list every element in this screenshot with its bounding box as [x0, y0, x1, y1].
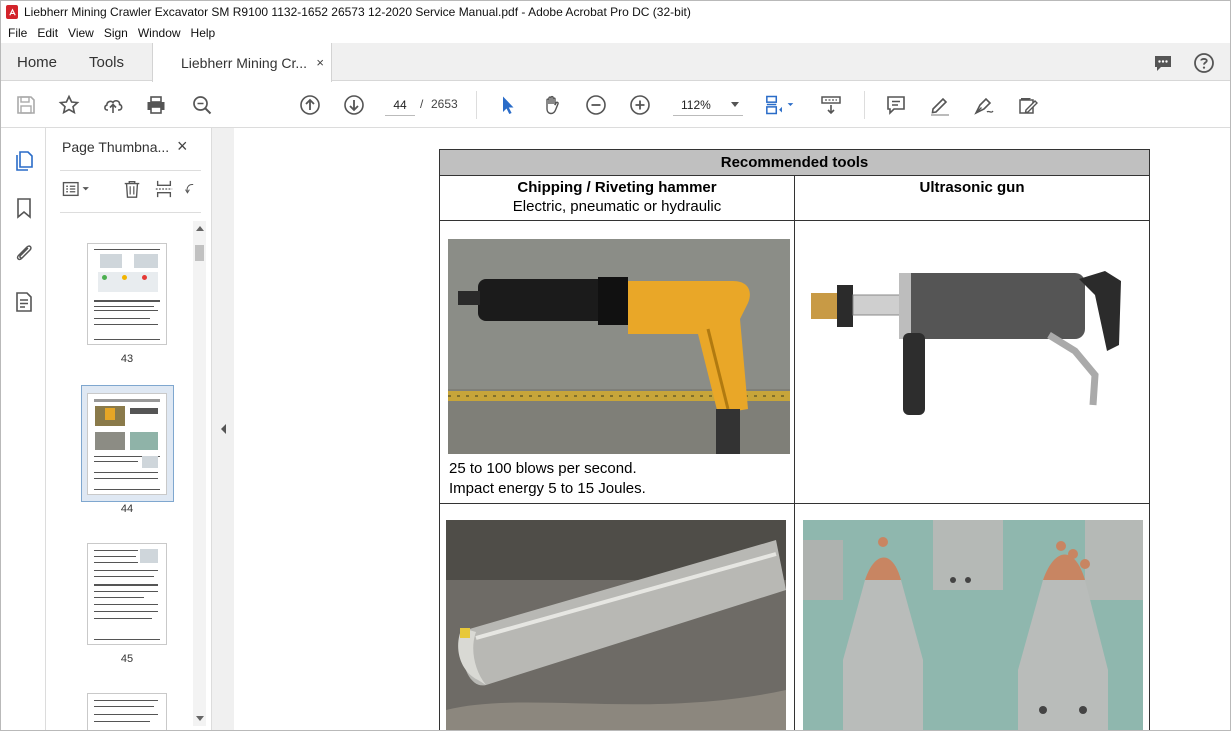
scrollbar-thumb[interactable]	[195, 245, 204, 261]
acrobat-app-icon	[6, 5, 18, 19]
page-thumbnail-selected[interactable]	[87, 393, 167, 495]
acrobat-window: Liebherr Mining Crawler Excavator SM R91…	[0, 0, 1231, 731]
zoom-level-value: 112%	[681, 97, 711, 112]
spec-line-blows: 25 to 100 blows per second.	[449, 460, 637, 477]
panel-divider	[60, 212, 201, 213]
chisel-bar-photo	[446, 520, 786, 730]
table-row: 25 to 100 blows per second. Impact energ…	[440, 221, 1149, 504]
page-thumbnails-icon[interactable]	[12, 149, 36, 173]
recommended-tools-table: Recommended tools Chipping / Riveting ha…	[439, 149, 1150, 730]
ultrasonic-gun-photo	[803, 255, 1129, 423]
column-header-ultrasonic-gun: Ultrasonic gun	[795, 176, 1149, 220]
menu-edit[interactable]: Edit	[32, 26, 63, 40]
page-total: 2653	[431, 97, 458, 111]
page-fit-icon[interactable]	[763, 93, 799, 117]
hammer-specs: 25 to 100 blows per second. Impact energ…	[449, 459, 646, 499]
zoom-search-icon[interactable]	[190, 93, 214, 117]
page-thumbnail[interactable]	[87, 543, 167, 645]
highlight-pen-icon[interactable]	[928, 93, 952, 117]
page-number-input[interactable]	[385, 94, 415, 116]
collapse-panel-handle[interactable]	[212, 128, 234, 730]
col1-title: Chipping / Riveting hammer	[517, 179, 717, 196]
star-bookmark-icon[interactable]	[57, 93, 81, 117]
table-cell	[795, 221, 1149, 503]
comment-bubble-icon[interactable]	[1152, 52, 1174, 74]
window-title: Liebherr Mining Crawler Excavator SM R91…	[24, 5, 691, 19]
document-properties-icon[interactable]	[12, 290, 36, 314]
delete-page-icon[interactable]	[121, 178, 143, 200]
table-cell: 25 to 100 blows per second. Impact energ…	[440, 221, 795, 503]
table-cell	[795, 504, 1149, 730]
main-toolbar: / 2653 112%	[1, 82, 1230, 128]
table-header-row: Chipping / Riveting hammer Electric, pne…	[440, 176, 1149, 221]
left-navigation-rail	[1, 128, 46, 730]
hand-pan-icon[interactable]	[540, 93, 564, 117]
scroll-mode-icon[interactable]	[819, 93, 843, 117]
riveting-hammer-photo	[448, 239, 790, 454]
page-thumbnails-panel: Page Thumbna... × 43 44 45	[46, 128, 212, 730]
tab-tools[interactable]: Tools	[89, 54, 124, 71]
table-row	[440, 504, 1149, 730]
toolbar-divider	[476, 91, 477, 119]
menu-file[interactable]: File	[3, 26, 32, 40]
zoom-out-icon[interactable]	[584, 93, 608, 117]
previous-page-icon[interactable]	[298, 93, 322, 117]
panel-divider	[60, 170, 201, 171]
menu-view[interactable]: View	[63, 26, 99, 40]
sign-pen-icon[interactable]	[972, 93, 996, 117]
menu-sign[interactable]: Sign	[99, 26, 133, 40]
document-tab-label: Liebherr Mining Cr...	[181, 54, 308, 71]
table-cell	[440, 504, 795, 730]
help-icon[interactable]	[1193, 52, 1215, 74]
thumbnail-label: 43	[120, 353, 134, 365]
close-panel-icon[interactable]: ×	[177, 136, 188, 157]
title-bar: Liebherr Mining Crawler Excavator SM R91…	[1, 1, 1230, 23]
page-thumbnail[interactable]	[87, 243, 167, 345]
thumbnail-label: 44	[120, 503, 134, 515]
spec-line-energy: Impact energy 5 to 15 Joules.	[449, 480, 646, 497]
tab-home[interactable]: Home	[17, 54, 57, 71]
thumbnail-scrollbar[interactable]	[193, 221, 206, 726]
close-tab-icon[interactable]: ×	[316, 55, 324, 70]
page-thumbnail[interactable]	[87, 693, 167, 730]
bookmark-icon[interactable]	[12, 196, 36, 220]
chevron-left-icon	[221, 424, 226, 434]
col1-subtitle: Electric, pneumatic or hydraulic	[512, 198, 722, 215]
tab-bar: Home Tools Liebherr Mining Cr... ×	[1, 43, 1230, 82]
zoom-in-icon[interactable]	[628, 93, 652, 117]
chevron-down-icon	[731, 102, 739, 107]
col2-title: Ultrasonic gun	[919, 179, 1025, 196]
redact-edit-icon[interactable]	[1016, 93, 1040, 117]
tab-document[interactable]: Liebherr Mining Cr... ×	[152, 43, 332, 82]
scroll-down-icon[interactable]	[196, 716, 204, 721]
print-icon[interactable]	[144, 93, 168, 117]
ultrasonic-needle-heads-photo	[803, 520, 1143, 730]
upload-cloud-icon[interactable]	[101, 93, 125, 117]
menu-help[interactable]: Help	[186, 26, 221, 40]
panel-title: Page Thumbna...	[62, 139, 170, 155]
extract-pages-icon[interactable]	[153, 178, 175, 200]
column-header-chipping-hammer: Chipping / Riveting hammer Electric, pne…	[440, 176, 795, 220]
table-title: Recommended tools	[440, 150, 1149, 176]
toolbar-divider	[864, 91, 865, 119]
select-arrow-icon[interactable]	[496, 93, 520, 117]
zoom-level-dropdown[interactable]: 112%	[673, 94, 743, 116]
menu-window[interactable]: Window	[133, 26, 186, 40]
scroll-up-icon[interactable]	[196, 226, 204, 231]
add-comment-icon[interactable]	[884, 93, 908, 117]
document-view[interactable]: Recommended tools Chipping / Riveting ha…	[234, 128, 1230, 730]
thumbnail-label: 45	[120, 653, 134, 665]
menu-bar: File Edit View Sign Window Help	[1, 23, 1230, 43]
next-page-icon[interactable]	[342, 93, 366, 117]
rotate-page-icon[interactable]	[183, 178, 197, 200]
save-icon[interactable]	[14, 93, 38, 117]
thumbnail-options-icon[interactable]	[60, 178, 96, 200]
attachment-paperclip-icon[interactable]	[12, 241, 36, 265]
page-separator: /	[420, 97, 424, 111]
